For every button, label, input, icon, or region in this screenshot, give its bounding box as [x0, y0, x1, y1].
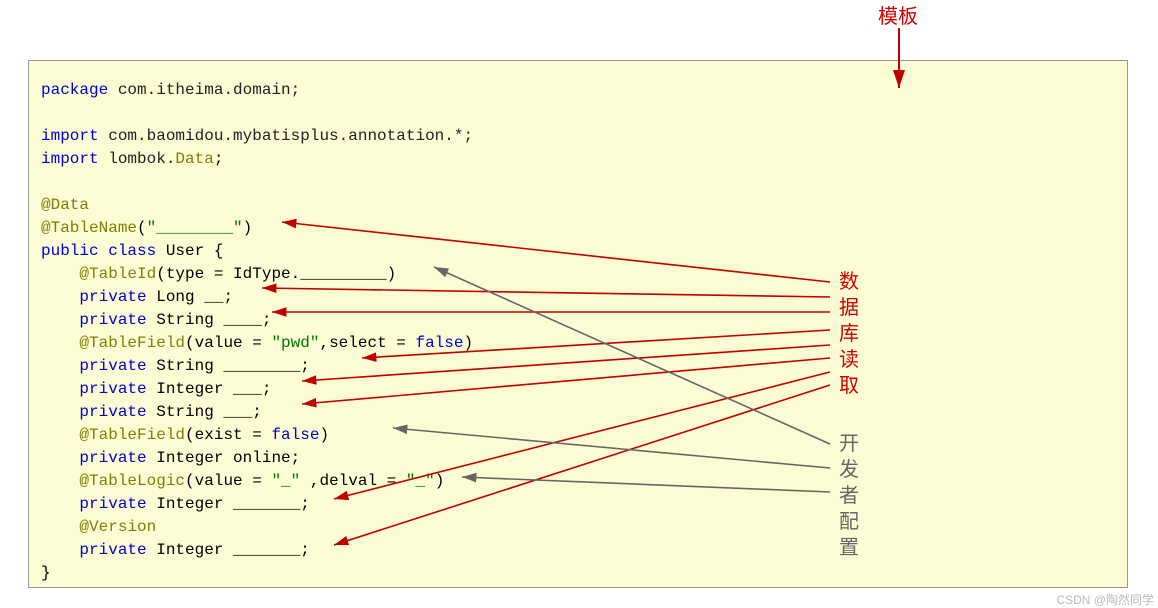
side-red-1: 据: [838, 296, 860, 320]
code-content: package com.itheima.domain; import com.b…: [41, 79, 1115, 585]
side-gray-1: 发: [838, 458, 860, 482]
code-block: package com.itheima.domain; import com.b…: [28, 60, 1128, 588]
watermark: CSDN @陶然同学: [1056, 591, 1154, 608]
side-gray-4: 置: [838, 536, 860, 560]
side-red-0: 数: [838, 270, 860, 294]
side-red-2: 库: [838, 322, 860, 346]
side-red-4: 取: [838, 374, 860, 398]
side-gray-2: 者: [838, 484, 860, 508]
top-label: 模板: [878, 0, 918, 29]
side-gray-3: 配: [838, 510, 860, 534]
side-gray-0: 开: [838, 432, 860, 456]
side-red-3: 读: [838, 348, 860, 372]
